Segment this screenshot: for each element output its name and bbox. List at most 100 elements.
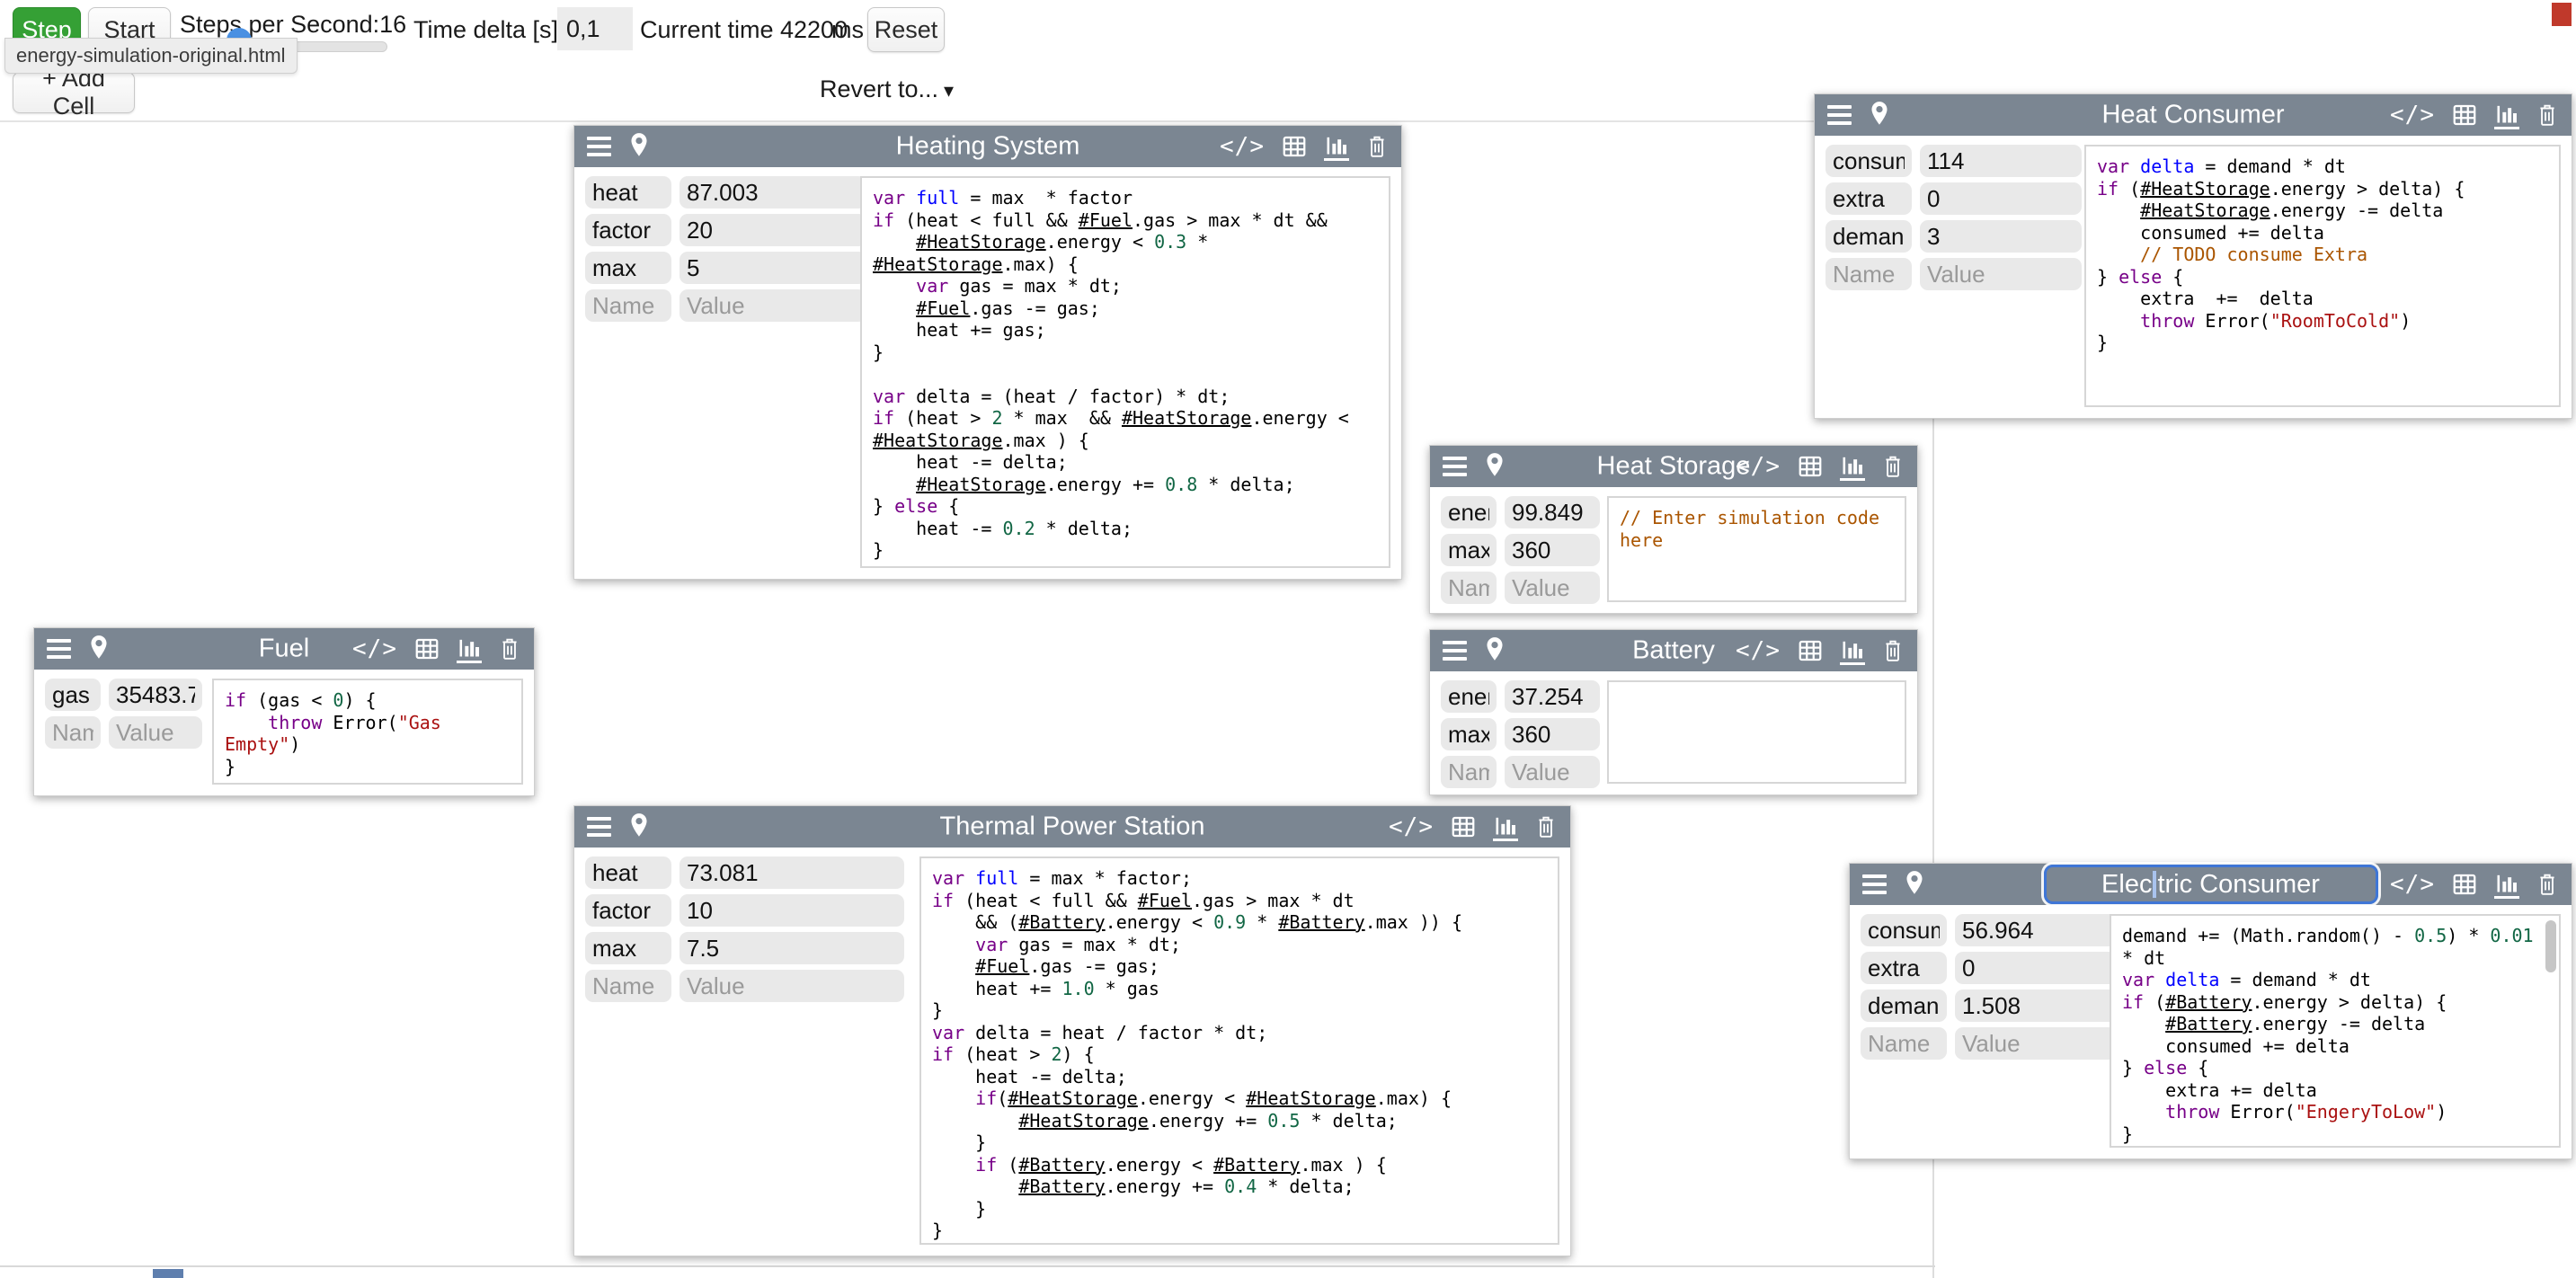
chart-view-icon[interactable] [1840,453,1865,481]
var-name-input[interactable] [1441,496,1497,528]
delete-cell-icon[interactable] [1534,813,1558,840]
panel-title[interactable]: Heat Storage [1597,452,1751,482]
menu-icon[interactable] [1827,105,1852,125]
new-var-value-input[interactable] [1920,258,2082,290]
panel-header[interactable]: Fuel </> [34,628,534,670]
new-var-value-input[interactable] [109,716,202,749]
code-editor[interactable] [1607,680,1906,784]
var-name-input[interactable] [585,252,671,284]
var-value-input[interactable] [1955,952,2117,984]
code-view-icon[interactable]: </> [1389,813,1434,840]
var-name-input[interactable] [585,932,671,964]
var-value-input[interactable] [1955,990,2117,1022]
panel-title[interactable]: Battery [1632,636,1715,666]
table-view-icon[interactable] [1450,813,1477,840]
new-var-name-input[interactable] [1825,258,1912,290]
table-view-icon[interactable] [1797,453,1824,480]
delete-cell-icon[interactable] [498,635,521,662]
table-view-icon[interactable] [2451,871,2478,898]
reset-button[interactable]: Reset [867,7,945,52]
var-value-input[interactable] [680,894,904,927]
new-var-name-input[interactable] [585,289,671,322]
code-editor[interactable]: // Enter simulation codehere [1607,496,1906,602]
table-view-icon[interactable] [413,635,440,662]
delete-cell-icon[interactable] [2536,102,2559,129]
var-name-input[interactable] [1825,220,1912,253]
map-pin-icon[interactable] [87,635,111,663]
menu-icon[interactable] [47,639,71,659]
panel-header[interactable]: Electric Consumer </> [1850,864,2572,905]
map-pin-icon[interactable] [627,812,651,841]
var-name-input[interactable] [1861,990,1947,1022]
var-value-input[interactable] [1920,182,2082,215]
var-value-input[interactable] [1955,914,2117,946]
var-name-input[interactable] [585,856,671,889]
new-var-value-input[interactable] [1955,1027,2117,1060]
chart-view-icon[interactable] [2494,102,2519,129]
table-view-icon[interactable] [1281,133,1308,160]
table-view-icon[interactable] [1797,637,1824,664]
var-value-input[interactable] [680,932,904,964]
menu-icon[interactable] [587,137,611,156]
delete-cell-icon[interactable] [1881,637,1905,664]
delete-cell-icon[interactable] [1881,453,1905,480]
add-cell-button[interactable]: + Add Cell [13,72,135,113]
map-pin-icon[interactable] [627,132,651,161]
chart-view-icon[interactable] [457,635,482,663]
var-name-input[interactable] [1441,534,1497,566]
code-editor[interactable]: if (gas < 0) { throw Error("GasEmpty")} [212,679,523,785]
code-view-icon[interactable]: </> [1736,637,1781,664]
new-var-name-input[interactable] [1861,1027,1947,1060]
new-var-name-input[interactable] [1441,572,1497,604]
code-editor[interactable]: demand += (Math.random() - 0.5) * 0.01* … [2110,914,2561,1148]
new-var-value-input[interactable] [680,289,866,322]
panel-header[interactable]: Heating System </> [574,126,1401,167]
var-name-input[interactable] [1861,952,1947,984]
panel-header[interactable]: Heat Storage </> [1430,446,1917,487]
var-value-input[interactable] [680,856,904,889]
new-var-name-input[interactable] [1441,756,1497,788]
delete-cell-icon[interactable] [1365,133,1389,160]
code-scrollbar-thumb[interactable] [2545,920,2556,972]
table-view-icon[interactable] [2451,102,2478,129]
delete-cell-icon[interactable] [2536,871,2559,898]
var-name-input[interactable] [1441,680,1497,713]
chart-view-icon[interactable] [1493,813,1518,841]
var-value-input[interactable] [109,679,202,711]
new-var-name-input[interactable] [585,970,671,1002]
map-pin-icon[interactable] [1903,870,1926,899]
menu-icon[interactable] [1443,641,1467,661]
panel-header[interactable]: Heat Consumer </> [1815,94,2572,136]
panel-header[interactable]: Thermal Power Station </> [574,806,1570,848]
var-value-input[interactable] [1920,145,2082,177]
var-value-input[interactable] [1920,220,2082,253]
code-view-icon[interactable]: </> [2390,102,2435,129]
code-editor[interactable]: var full = max * factorif (heat < full &… [860,176,1390,568]
var-value-input[interactable] [680,214,866,246]
var-name-input[interactable] [585,894,671,927]
var-name-input[interactable] [1861,914,1947,946]
menu-icon[interactable] [1443,457,1467,476]
var-name-input[interactable] [1825,145,1912,177]
code-editor[interactable]: var delta = demand * dtif (#HeatStorage.… [2084,145,2561,407]
var-value-input[interactable] [1505,496,1600,528]
menu-icon[interactable] [587,817,611,837]
new-var-value-input[interactable] [1505,756,1600,788]
var-name-input[interactable] [45,679,101,711]
revert-to-dropdown[interactable]: Revert to...▾ [820,75,954,103]
panel-title[interactable]: Fuel [259,635,309,664]
map-pin-icon[interactable] [1868,101,1891,129]
map-pin-icon[interactable] [1483,636,1506,665]
code-view-icon[interactable]: </> [352,635,397,662]
code-view-icon[interactable]: </> [1220,133,1265,160]
new-var-value-input[interactable] [680,970,904,1002]
chart-view-icon[interactable] [1840,637,1865,665]
chart-view-icon[interactable] [1324,133,1349,161]
panel-title[interactable]: Heating System [896,132,1080,162]
new-var-name-input[interactable] [45,716,101,749]
var-name-input[interactable] [585,214,671,246]
var-value-input[interactable] [1505,718,1600,750]
panel-header[interactable]: Battery </> [1430,630,1917,671]
menu-icon[interactable] [1862,874,1887,894]
chart-view-icon[interactable] [2494,871,2519,899]
